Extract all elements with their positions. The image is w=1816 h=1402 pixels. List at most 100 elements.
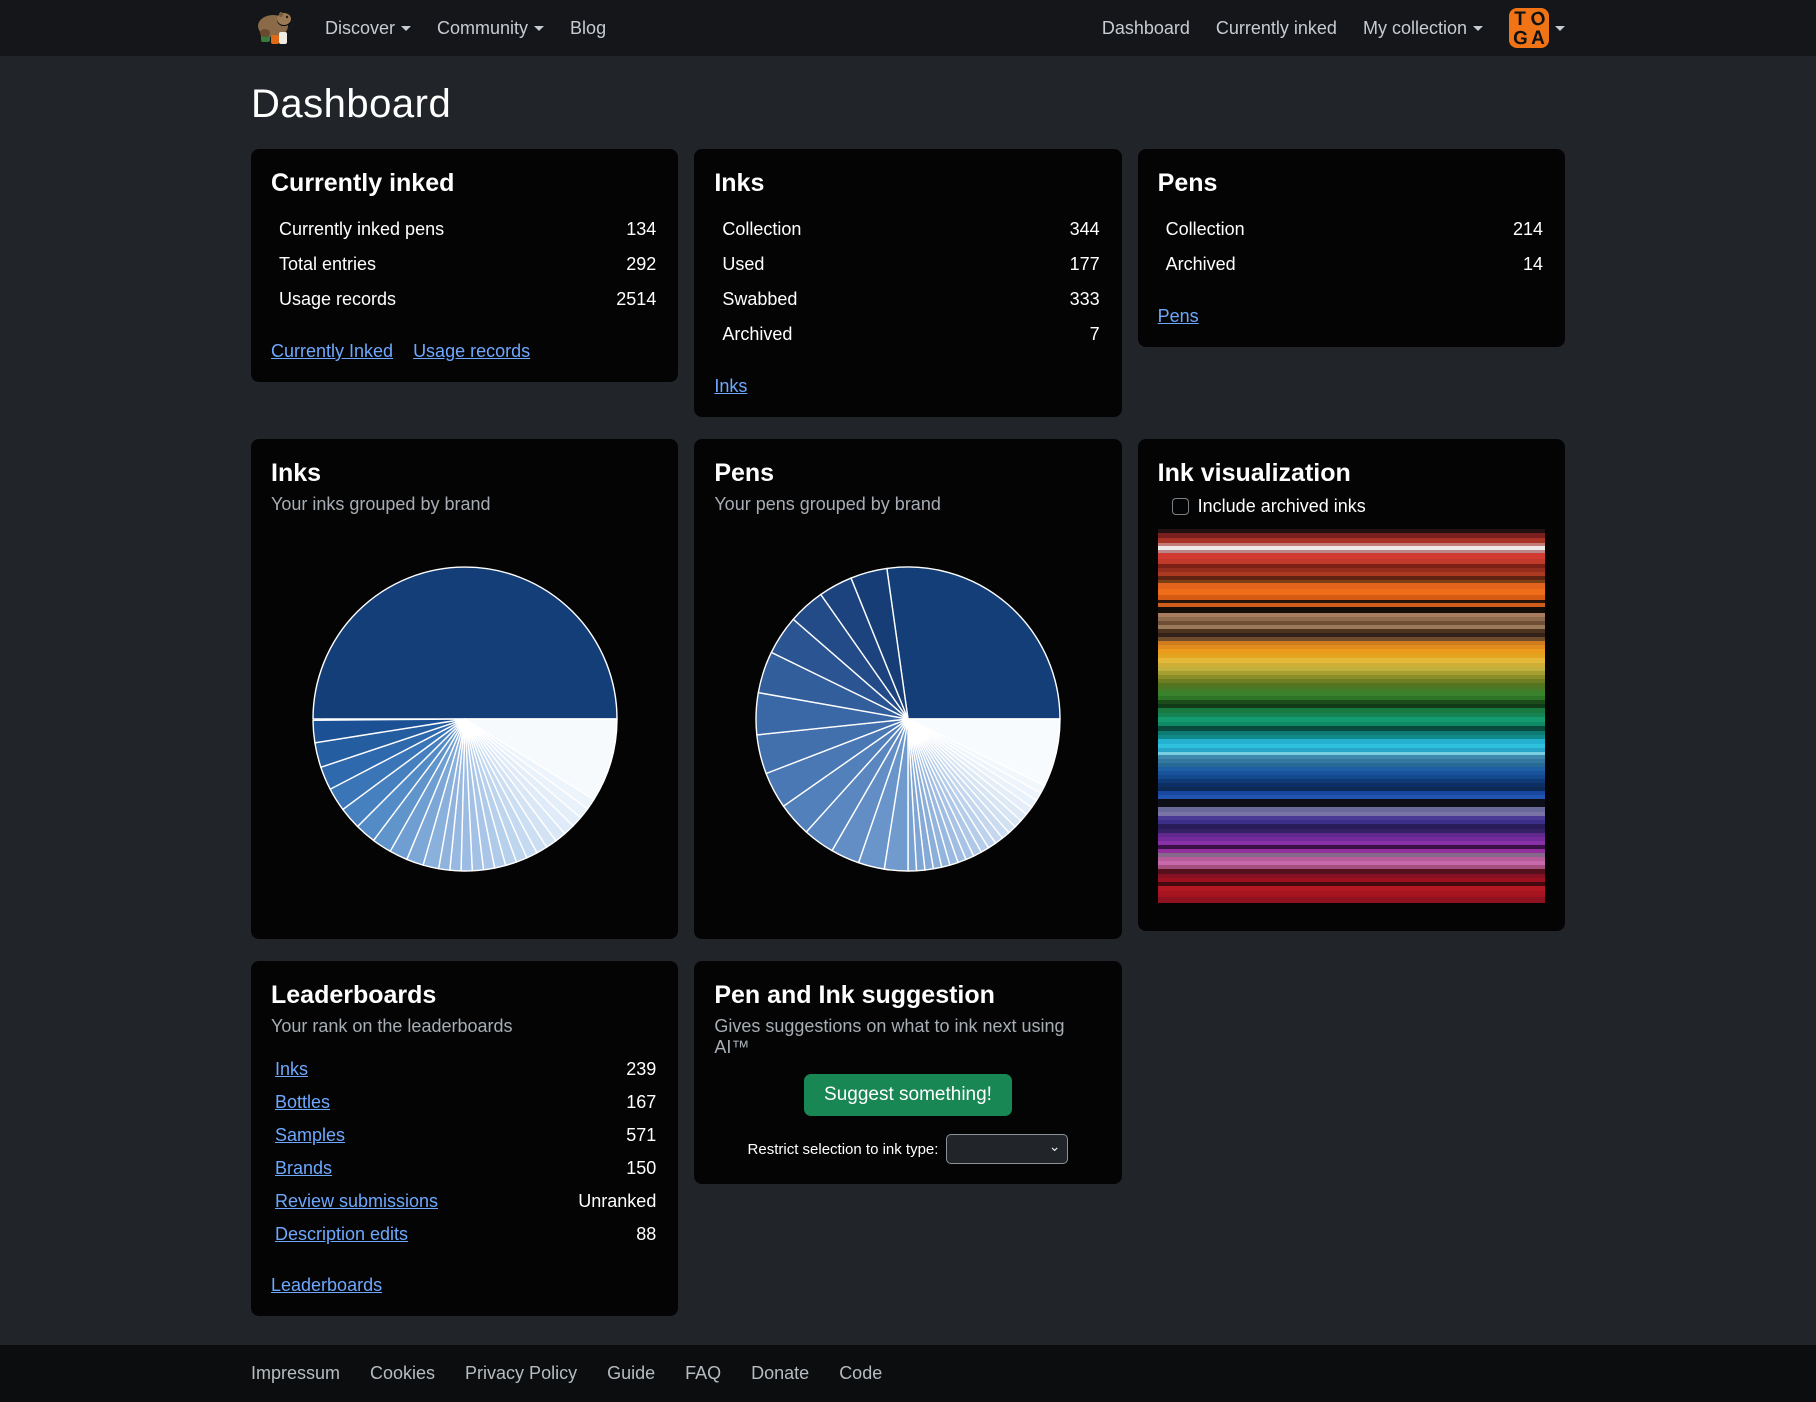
pie-slice[interactable] (887, 567, 1060, 719)
stat-label: Used (722, 254, 764, 275)
currently-inked-stats: Currently inked pens134Total entries292U… (271, 212, 658, 317)
stat-label: Usage records (279, 289, 396, 310)
currently-inked-links: Currently Inked Usage records (271, 341, 658, 362)
leaderboard-review-submissions-link[interactable]: Review submissions (275, 1191, 438, 1212)
include-archived-inks-label[interactable]: Include archived inks (1198, 496, 1366, 517)
nav-item-community[interactable]: Community (427, 10, 554, 47)
card-title: Pens (714, 459, 1101, 488)
leaderboard-bottles-link[interactable]: Bottles (275, 1092, 330, 1113)
stat-row: Used 177 (714, 247, 1101, 282)
stat-label: Swabbed (722, 289, 797, 310)
ink-visualization-card: Ink visualization Include archived inks (1138, 439, 1565, 931)
user-avatar: T O G A (1509, 8, 1549, 48)
stat-label: Collection (722, 219, 801, 240)
inks-pie-chart (271, 519, 658, 919)
nav-item-my-collection[interactable]: My collection (1353, 10, 1493, 47)
stat-value: 7 (1090, 324, 1100, 345)
card-title: Inks (271, 459, 658, 488)
usage-records-link[interactable]: Usage records (413, 341, 530, 362)
stat-value: 292 (626, 254, 656, 275)
pens-pie-card: Pens Your pens grouped by brand (694, 439, 1121, 939)
suggestion-card: Pen and Ink suggestion Gives suggestions… (694, 961, 1121, 1184)
inks-stats-card: Inks Collection344 Used 177 Swabbed 333 Archi… (694, 149, 1121, 417)
footer-link-privacy-policy[interactable]: Privacy Policy (465, 1363, 577, 1384)
card-subtitle: Gives suggestions on what to ink next us… (714, 1016, 1101, 1058)
chevron-down-icon (534, 26, 544, 31)
card-title: Leaderboards (271, 981, 658, 1010)
footer-links: Impressum Cookies Privacy Policy Guide FAQ Do… (251, 1363, 1565, 1384)
pens-links: Pens (1158, 306, 1545, 327)
user-menu[interactable]: T O G A (1509, 8, 1565, 48)
card-subtitle: Your rank on the leaderboards (271, 1016, 658, 1037)
nav-item-blog[interactable]: Blog (560, 10, 616, 47)
capybara-logo-image (251, 8, 295, 48)
dashboard-grid: Currently inked Currently inked pens134T… (251, 149, 1565, 1316)
leaderboard-rank-value: 88 (636, 1224, 656, 1245)
capybara-logo[interactable] (251, 8, 295, 48)
leaderboard-row: Brands 150 (271, 1152, 658, 1185)
stat-value: 14 (1523, 254, 1543, 275)
footer: Impressum Cookies Privacy Policy Guide FAQ Do… (0, 1345, 1816, 1402)
leaderboard-ranks: Inks 239 Bottles 167 Samples 571 Brands 150 Revi… (271, 1053, 658, 1251)
leaderboards-links: Leaderboards (271, 1275, 658, 1296)
footer-link-donate[interactable]: Donate (751, 1363, 809, 1384)
stat-row: Archived 14 (1158, 247, 1545, 282)
ink-type-select[interactable] (946, 1134, 1068, 1164)
leaderboard-brands-link[interactable]: Brands (275, 1158, 332, 1179)
footer-link-guide[interactable]: Guide (607, 1363, 655, 1384)
stat-label: Collection (1166, 219, 1245, 240)
stat-row: Usage records 2514 (271, 282, 658, 317)
card-title: Pens (1158, 169, 1545, 198)
stat-value: 134 (626, 219, 656, 240)
leaderboard-rank-value: 239 (626, 1059, 656, 1080)
avatar-letter: G (1512, 28, 1529, 48)
card-title: Pen and Ink suggestion (714, 981, 1101, 1010)
pie-slice[interactable] (313, 567, 617, 719)
inks-stats: Collection344 Used 177 Swabbed 333 Archived7 (714, 212, 1101, 352)
ink-color-stripe (1158, 897, 1545, 903)
leaderboard-row: Bottles 167 (271, 1086, 658, 1119)
leaderboard-inks-link[interactable]: Inks (275, 1059, 308, 1080)
navbar-left: DiscoverCommunityBlog (251, 8, 616, 48)
inks-links: Inks (714, 376, 1101, 397)
leaderboard-row: Description edits 88 (271, 1218, 658, 1251)
stat-label: Total entries (279, 254, 376, 275)
card-title: Ink visualization (1158, 459, 1545, 488)
stat-value: 333 (1070, 289, 1100, 310)
pens-link[interactable]: Pens (1158, 306, 1199, 327)
leaderboard-rank-value: 167 (626, 1092, 656, 1113)
chevron-down-icon (1555, 26, 1565, 31)
stat-label: Archived (1166, 254, 1236, 275)
stat-value: 214 (1513, 219, 1543, 240)
currently-inked-link[interactable]: Currently Inked (271, 341, 393, 362)
nav-item-dashboard[interactable]: Dashboard (1092, 10, 1200, 47)
avatar-letter: T (1514, 10, 1526, 29)
footer-link-faq[interactable]: FAQ (685, 1363, 721, 1384)
stat-row: Collection 214 (1158, 212, 1545, 247)
leaderboard-samples-link[interactable]: Samples (275, 1125, 345, 1146)
leaderboard-row: Inks 239 (271, 1053, 658, 1086)
stat-value: 2514 (616, 289, 656, 310)
suggest-something-button[interactable]: Suggest something! (804, 1074, 1012, 1116)
card-subtitle: Your inks grouped by brand (271, 494, 658, 515)
leaderboard-description-edits-link[interactable]: Description edits (275, 1224, 408, 1245)
nav-item-currently-inked[interactable]: Currently inked (1206, 10, 1347, 47)
page-title: Dashboard (251, 82, 1565, 127)
restrict-ink-type-label: Restrict selection to ink type: (748, 1141, 939, 1158)
footer-link-code[interactable]: Code (839, 1363, 882, 1384)
stat-row: Archived7 (714, 317, 1101, 352)
currently-inked-card: Currently inked Currently inked pens134T… (251, 149, 678, 382)
navbar: DiscoverCommunityBlog DashboardCurrently… (0, 0, 1816, 56)
leaderboards-link[interactable]: Leaderboards (271, 1275, 382, 1296)
leaderboard-rank-value: 150 (626, 1158, 656, 1179)
footer-link-cookies[interactable]: Cookies (370, 1363, 435, 1384)
inks-link[interactable]: Inks (714, 376, 747, 397)
stat-row: Collection344 (714, 212, 1101, 247)
nav-item-discover[interactable]: Discover (315, 10, 421, 47)
stat-row: Swabbed 333 (714, 282, 1101, 317)
footer-link-impressum[interactable]: Impressum (251, 1363, 340, 1384)
include-archived-inks-checkbox[interactable] (1172, 498, 1189, 515)
leaderboard-rank-value: 571 (626, 1125, 656, 1146)
stat-value: 177 (1070, 254, 1100, 275)
pens-pie-chart (714, 519, 1101, 919)
